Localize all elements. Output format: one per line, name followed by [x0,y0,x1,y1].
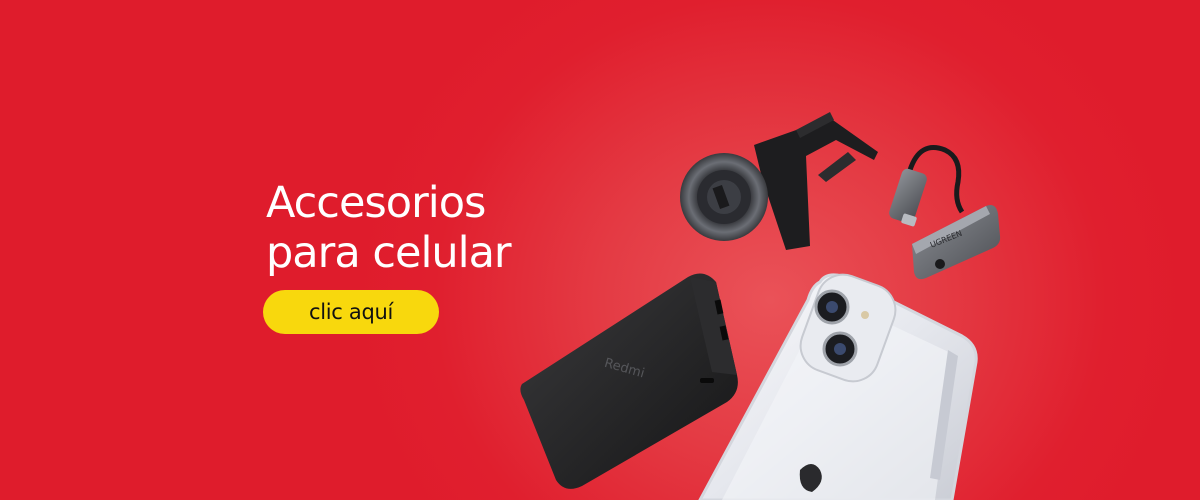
phone-case-image [698,273,978,500]
car-mount-image [680,112,878,250]
product-images: Redmi UGREEN [520,112,1001,500]
promo-banner[interactable]: Accesorios para celular clic aquí Redmi … [0,0,1200,500]
power-bank-image: Redmi [520,273,738,489]
usb-c-audio-adapter-image: UGREEN [889,145,1001,280]
